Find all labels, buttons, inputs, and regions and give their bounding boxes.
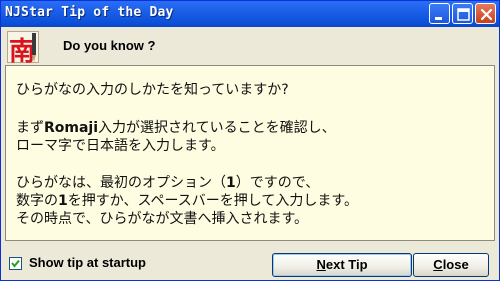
- nan-pencil-icon: 南: [7, 31, 39, 67]
- tip-paragraph-1: ひらがなの入力のしかたを知っていますか?: [16, 81, 289, 99]
- next-tip-mnemonic: N: [316, 257, 326, 272]
- pencil-icon: [32, 33, 36, 62]
- tip-text: ）ですので、: [235, 175, 320, 191]
- close-label: lose: [442, 257, 469, 272]
- tip-text: まず: [16, 120, 44, 136]
- tip-header: 南 Do you know ?: [1, 27, 499, 67]
- maximize-button[interactable]: [452, 3, 473, 24]
- tip-text: 数字の: [16, 193, 58, 209]
- title-bar[interactable]: NJStar Tip of the Day: [1, 1, 499, 27]
- tip-content-panel: ひらがなの入力のしかたを知っていますか? まずRomaji入力が選択されているこ…: [5, 65, 495, 241]
- tip-text: ひらがなの入力のしかたを知っていますか?: [16, 82, 289, 98]
- tip-line: まずRomaji入力が選択されていることを確認し、: [16, 119, 336, 137]
- tip-of-the-day-window: NJStar Tip of the Day 南 Do you know ? ひら…: [0, 0, 500, 281]
- minimize-button[interactable]: [429, 3, 450, 24]
- tip-text-bold: 1: [226, 175, 236, 191]
- tip-paragraph-2: まずRomaji入力が選択されていることを確認し、 ローマ字で日本語を入力します…: [16, 119, 336, 155]
- checkmark-icon: [11, 259, 20, 268]
- close-window-button[interactable]: [475, 3, 496, 24]
- close-button[interactable]: Close: [413, 253, 489, 277]
- tip-line: ローマ字で日本語を入力します。: [16, 138, 225, 154]
- show-tip-checkbox[interactable]: [9, 257, 22, 270]
- header-heading: Do you know ?: [63, 38, 156, 53]
- tip-line: その時点で、ひらがなが文書へ挿入されます。: [16, 211, 309, 227]
- minimize-icon: [435, 17, 442, 20]
- maximize-icon: [457, 8, 470, 21]
- tip-text: 入力が選択されていることを確認し、: [98, 120, 336, 136]
- tip-text: ひらがなは、最初のオプション（: [16, 175, 226, 191]
- next-tip-button[interactable]: Next Tip: [272, 253, 412, 277]
- tip-text-bold: Romaji: [44, 120, 99, 136]
- tip-line: 数字の1を押すか、スペースバーを押して入力します。: [16, 192, 358, 210]
- tip-line: ひらがなは、最初のオプション（1）ですので、: [16, 174, 358, 192]
- close-icon: [480, 8, 493, 21]
- tip-text: を押すか、スペースバーを押して入力します。: [67, 193, 358, 209]
- next-tip-label: ext Tip: [325, 257, 368, 272]
- show-tip-label[interactable]: Show tip at startup: [29, 255, 146, 270]
- close-mnemonic: C: [433, 257, 443, 272]
- tip-text-bold: 1: [58, 193, 68, 209]
- window-title: NJStar Tip of the Day: [5, 5, 174, 20]
- dialog-footer: Show tip at startup Next Tip Close: [1, 243, 499, 281]
- tip-paragraph-3: ひらがなは、最初のオプション（1）ですので、 数字の1を押すか、スペースバーを押…: [16, 174, 358, 228]
